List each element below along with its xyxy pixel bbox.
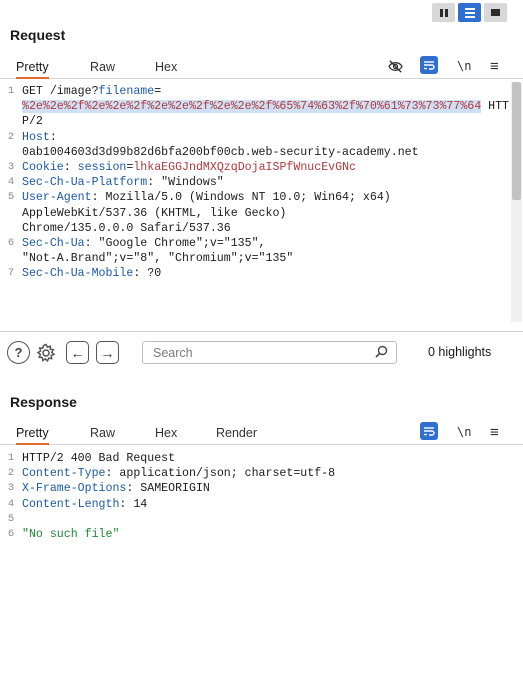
code-token: : ?0 (133, 267, 162, 281)
line-number: 3 (7, 161, 15, 174)
layout-rows-button[interactable] (458, 3, 481, 22)
code-token: Sec-Ch-Ua-Mobile (22, 267, 134, 281)
code-text: Sec-Ch-Ua-Platform: "Windows" (22, 175, 510, 190)
code-text: Content-Type: application/json; charset=… (22, 466, 510, 481)
layout-toggle (432, 3, 507, 22)
help-icon[interactable]: ? (7, 341, 30, 364)
response-title: Response (10, 394, 77, 410)
code-token: Host (22, 130, 50, 144)
response-editor[interactable]: 1 HTTP/2 400 Bad Request 2 Content-Type: ap… (0, 451, 510, 676)
code-text: Sec-Ch-Ua-Mobile: ?0 (22, 266, 510, 281)
code-token: HTTP/2 400 Bad Request (22, 452, 176, 465)
search-input[interactable] (143, 342, 363, 363)
line-number: 2 (7, 130, 15, 143)
gear-icon[interactable] (34, 341, 57, 364)
line-number: 7 (7, 267, 15, 280)
line-number: 4 (7, 497, 15, 510)
highlights-count: 0 highlights (428, 345, 492, 359)
response-tab-render[interactable]: Render (216, 426, 257, 440)
request-tab-raw[interactable]: Raw (90, 60, 115, 74)
code-token: Sec-Ch-Ua (22, 237, 85, 251)
line-number: 5 (7, 191, 15, 204)
code-token: %2e%2e%2f%2e%2e%2f%2e%2e%2f%2e%2e%2f%65%… (22, 100, 482, 114)
menu-icon[interactable]: ≡ (490, 422, 499, 442)
request-tabbar: Pretty Raw Hex \n ≡ (0, 55, 523, 79)
code-token: Cookie (22, 161, 64, 175)
code-line: 1 GET /image?filename= %2e%2e%2f%2e%2e%2f… (0, 84, 510, 130)
request-scrollbar-thumb[interactable] (512, 82, 521, 200)
eye-slash-icon[interactable] (386, 56, 404, 76)
code-text: Cookie: session=lhkaEGGJndMXQzqDojaISPfW… (22, 160, 510, 175)
code-line: 4 Content-Length: 14 (0, 497, 510, 512)
request-scrollbar[interactable] (511, 82, 522, 322)
code-token: X-Frame-Options (22, 482, 127, 496)
line-number: 4 (7, 176, 15, 189)
code-text: Sec-Ch-Ua: "Google Chrome";v="135", "Not… (22, 236, 510, 266)
code-token: lhkaEGGJndMXQzqDojaISPfWnucEvGNc (133, 161, 356, 175)
line-number: 5 (7, 512, 15, 525)
code-token: "No such file" (22, 528, 120, 542)
layout-columns-button[interactable] (432, 3, 455, 22)
response-tab-hex[interactable]: Hex (155, 426, 177, 440)
request-tab-pretty[interactable]: Pretty (16, 60, 49, 79)
code-text: "No such file" (22, 527, 510, 542)
search-icon (375, 345, 388, 361)
line-number: 6 (7, 237, 15, 250)
code-line: 4 Sec-Ch-Ua-Platform: "Windows" (0, 175, 510, 190)
request-tab-hex[interactable]: Hex (155, 60, 177, 74)
code-token: : SAMEORIGIN (126, 482, 210, 496)
wrap-lines-icon[interactable] (420, 422, 438, 440)
code-line: 7 Sec-Ch-Ua-Mobile: ?0 (0, 266, 510, 281)
code-text: X-Frame-Options: SAMEORIGIN (22, 481, 510, 496)
code-token: User-Agent (22, 191, 92, 205)
response-tab-pretty[interactable]: Pretty (16, 426, 49, 445)
line-number: 3 (7, 482, 15, 495)
next-match-button[interactable]: → (96, 341, 119, 364)
code-token: : "Windows" (147, 176, 224, 190)
response-tabbar: Pretty Raw Hex Render \n ≡ (0, 421, 523, 445)
code-token: Content-Type (22, 467, 106, 481)
code-text: GET /image?filename= %2e%2e%2f%2e%2e%2f%… (22, 84, 510, 130)
newline-toggle-icon[interactable]: \n (457, 422, 471, 442)
search-bar: ? ← → 0 highlights (0, 331, 523, 371)
code-line: 5 (0, 512, 510, 527)
line-number: 6 (7, 528, 15, 541)
previous-match-button[interactable]: ← (66, 341, 89, 364)
newline-toggle-icon[interactable]: \n (457, 56, 471, 76)
layout-tabs-button[interactable] (484, 3, 507, 22)
line-number: 1 (7, 452, 15, 464)
code-text: User-Agent: Mozilla/5.0 (Windows NT 10.0… (22, 190, 510, 236)
code-line: 6 "No such file" (0, 527, 510, 542)
search-box (142, 341, 397, 364)
code-line: 3 Cookie: session=lhkaEGGJndMXQzqDojaISPf… (0, 160, 510, 175)
code-text: Content-Length: 14 (22, 497, 510, 512)
line-number: 1 (7, 85, 15, 97)
code-token: filename (98, 85, 155, 98)
code-line: 5 User-Agent: Mozilla/5.0 (Windows NT 10.… (0, 190, 510, 236)
request-editor[interactable]: 1 GET /image?filename= %2e%2e%2f%2e%2e%2f… (0, 84, 510, 320)
line-number: 2 (7, 467, 15, 480)
request-title: Request (10, 27, 66, 43)
code-line: 2 Content-Type: application/json; charset… (0, 466, 510, 481)
code-token: Content-Length (22, 497, 120, 511)
code-line: 6 Sec-Ch-Ua: "Google Chrome";v="135", "No… (0, 236, 510, 266)
code-token: Sec-Ch-Ua-Platform (22, 176, 148, 190)
code-line: 1 HTTP/2 400 Bad Request (0, 451, 510, 466)
code-token: : 14 (119, 497, 148, 511)
code-token: = (154, 85, 162, 98)
wrap-lines-icon[interactable] (420, 56, 438, 74)
code-text: Host: 0ab1004603d3d99b82d6bfa200bf00cb.w… (22, 130, 510, 160)
code-token: : application/json; charset=utf-8 (105, 467, 336, 481)
menu-icon[interactable]: ≡ (490, 56, 499, 76)
code-token: : (63, 161, 78, 175)
code-token: GET /image? (22, 85, 99, 98)
code-line: 2 Host: 0ab1004603d3d99b82d6bfa200bf00cb.… (0, 130, 510, 160)
code-token: session (77, 161, 127, 175)
code-token: : 0ab1004603d3d99b82d6bfa200bf00cb.web-s… (22, 130, 419, 159)
code-line: 3 X-Frame-Options: SAMEORIGIN (0, 481, 510, 496)
code-text: HTTP/2 400 Bad Request (22, 451, 510, 466)
response-tab-raw[interactable]: Raw (90, 426, 115, 440)
